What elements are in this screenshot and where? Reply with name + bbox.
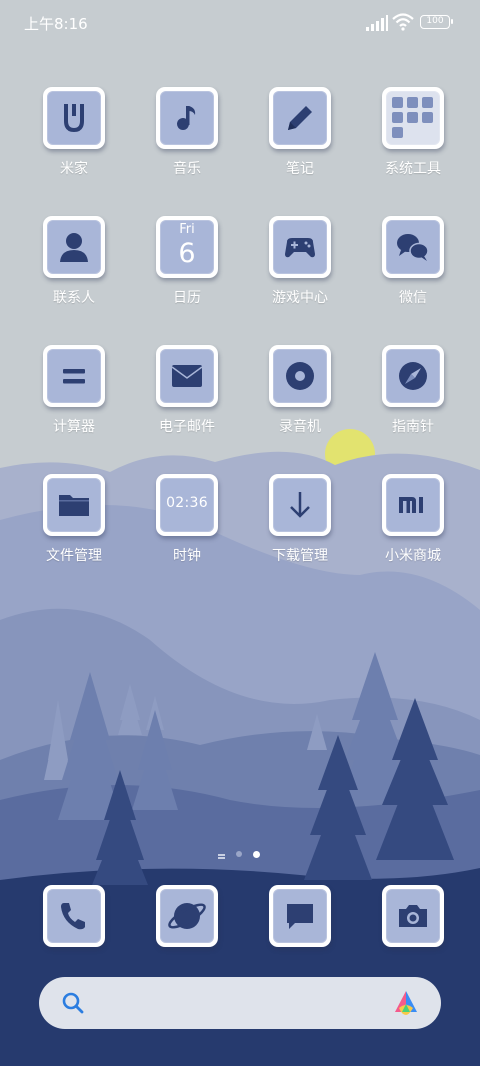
compass-icon <box>399 362 427 390</box>
app-label: 下载管理 <box>272 548 328 564</box>
app-tile <box>43 345 105 407</box>
app-contacts[interactable]: 联系人 <box>19 216 129 326</box>
record-icon <box>286 362 314 390</box>
app-tile <box>156 885 218 947</box>
app-tile <box>269 885 331 947</box>
wifi-icon <box>392 13 414 31</box>
folder-icon <box>59 495 89 516</box>
app-tile <box>382 345 444 407</box>
signal-icon <box>366 15 388 31</box>
app-label: 计算器 <box>53 419 95 435</box>
app-label: 日历 <box>173 290 201 306</box>
app-label: 米家 <box>60 161 88 177</box>
app-tile <box>43 87 105 149</box>
app-tile <box>382 216 444 278</box>
app-label: 录音机 <box>279 419 321 435</box>
clock-time: 02:36 <box>166 495 208 511</box>
person-icon <box>60 233 88 262</box>
app-tile <box>156 345 218 407</box>
app-recorder[interactable]: 录音机 <box>245 345 355 455</box>
app-email[interactable]: 电子邮件 <box>132 345 242 455</box>
app-mi-store[interactable]: 小米商城 <box>358 474 468 584</box>
clock-icon: 02:36 <box>160 478 214 532</box>
app-mijia[interactable]: 米家 <box>19 87 129 197</box>
app-label: 时钟 <box>173 548 201 564</box>
app-tile: Fri 6 <box>156 216 218 278</box>
app-tile: 02:36 <box>156 474 218 536</box>
mijia-icon <box>64 104 84 132</box>
app-tile <box>382 87 444 149</box>
app-tile <box>269 87 331 149</box>
app-tile <box>156 87 218 149</box>
folder-grid-icon <box>392 97 433 138</box>
app-compass[interactable]: 指南针 <box>358 345 468 455</box>
app-label: 小米商城 <box>385 548 441 564</box>
app-tile <box>382 474 444 536</box>
app-music[interactable]: 音乐 <box>132 87 242 197</box>
app-tile <box>269 474 331 536</box>
app-wechat[interactable]: 微信 <box>358 216 468 326</box>
status-time: 上午8:16 <box>24 15 88 33</box>
calendar-date: 6 <box>178 238 196 269</box>
page-indicator[interactable] <box>218 851 262 861</box>
phone-icon <box>61 903 85 930</box>
page-dot[interactable] <box>236 851 242 857</box>
app-label: 音乐 <box>173 161 201 177</box>
search-bar[interactable] <box>39 977 441 1029</box>
camera-icon <box>399 905 427 927</box>
app-notes[interactable]: 笔记 <box>245 87 355 197</box>
app-label: 指南针 <box>392 419 434 435</box>
app-file-manager[interactable]: 文件管理 <box>19 474 129 584</box>
app-clock[interactable]: 02:36 时钟 <box>132 474 242 584</box>
download-arrow-icon <box>290 492 310 518</box>
calendar-weekday: Fri <box>179 222 195 237</box>
app-label: 电子邮件 <box>159 419 215 435</box>
app-label: 微信 <box>399 290 427 306</box>
app-tile <box>43 474 105 536</box>
page-indicator-home[interactable] <box>218 854 225 856</box>
app-tile <box>382 885 444 947</box>
message-bubble-icon <box>287 904 313 929</box>
pencil-icon <box>288 106 312 130</box>
page-dot-active[interactable] <box>253 851 260 858</box>
app-calculator[interactable]: 计算器 <box>19 345 129 455</box>
battery-icon: 100 <box>420 15 453 29</box>
app-label: 笔记 <box>286 161 314 177</box>
envelope-icon <box>171 365 203 387</box>
equals-icon <box>63 369 85 384</box>
browser-globe-icon <box>168 903 206 929</box>
calendar-icon: Fri 6 <box>160 220 214 274</box>
app-tile <box>269 216 331 278</box>
assistant-logo-icon[interactable] <box>391 988 421 1018</box>
gamepad-icon <box>285 238 315 258</box>
app-label: 系统工具 <box>385 161 441 177</box>
app-tile <box>43 885 105 947</box>
app-calendar[interactable]: Fri 6 日历 <box>132 216 242 326</box>
app-downloads[interactable]: 下载管理 <box>245 474 355 584</box>
folder-system-tools[interactable]: 系统工具 <box>358 87 468 197</box>
music-note-icon <box>177 106 196 130</box>
app-label: 联系人 <box>53 290 95 306</box>
mi-logo-icon <box>399 497 423 513</box>
app-label: 游戏中心 <box>272 290 328 306</box>
status-bar: 上午8:16 100 <box>0 0 480 46</box>
app-tile <box>43 216 105 278</box>
app-game-center[interactable]: 游戏中心 <box>245 216 355 326</box>
app-label: 文件管理 <box>46 548 102 564</box>
chat-bubbles-icon <box>397 234 429 261</box>
app-tile <box>269 345 331 407</box>
search-icon[interactable] <box>61 991 85 1015</box>
